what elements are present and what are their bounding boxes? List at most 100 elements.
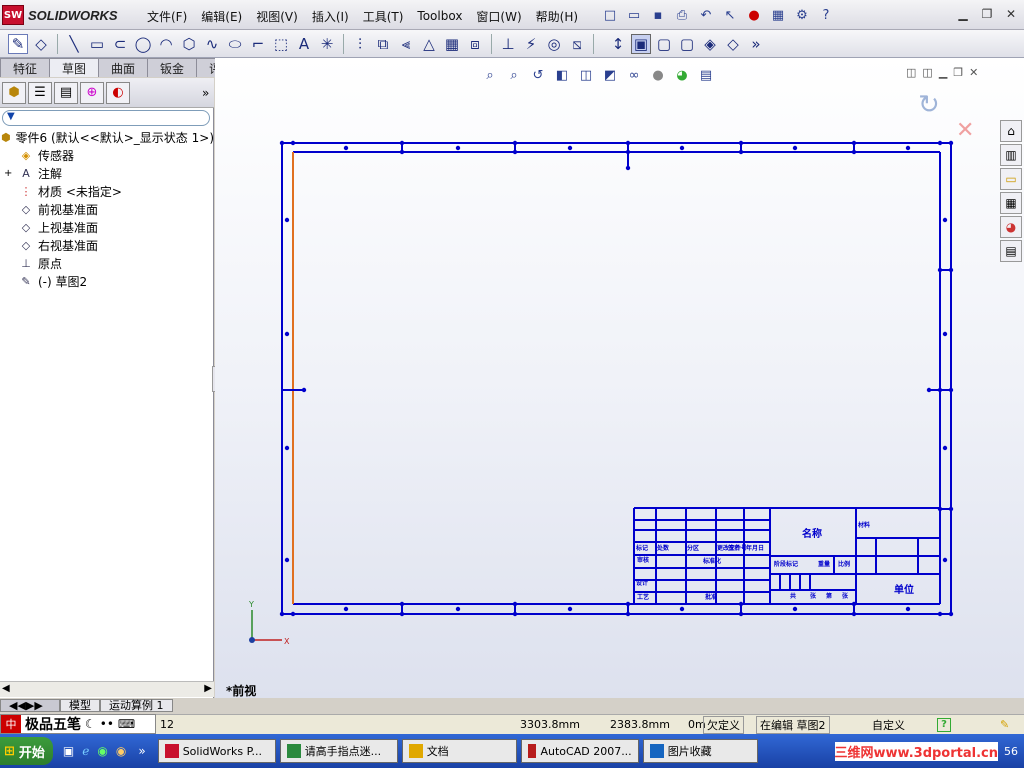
quicklaunch-browser-icon[interactable]: ◉ [97, 744, 107, 758]
slot-icon[interactable]: ⊂ [110, 34, 130, 54]
task-button[interactable]: 图片收藏 [642, 739, 758, 763]
model-tab-0[interactable]: 模型 [60, 698, 100, 712]
sketch-point [937, 267, 943, 273]
sketch-icon[interactable]: ✎ [8, 33, 28, 54]
tree-item[interactable]: ◈ 传感器 [0, 146, 214, 164]
select-icon[interactable]: ↖ [720, 5, 740, 25]
tree-filter-input[interactable]: ▼ [2, 110, 210, 126]
tab-3[interactable]: 钣金 [147, 58, 198, 77]
circle-icon[interactable]: ◯ [133, 34, 153, 54]
quicklaunch-desktop-icon[interactable]: ▣ [63, 744, 74, 758]
expand-toggle-icon[interactable]: + [4, 168, 18, 179]
view-right-icon[interactable]: ▢ [677, 34, 697, 54]
line-icon[interactable]: ╲ [64, 34, 84, 54]
tree-item[interactable]: ◇ 上视基准面 [0, 218, 214, 236]
menu-item-1[interactable]: 编辑(E) [194, 8, 249, 25]
construction-geometry-icon[interactable]: ⬚ [271, 34, 291, 54]
status-help-icon[interactable]: ? [937, 717, 951, 732]
menu-item-5[interactable]: Toolbox [410, 9, 469, 23]
ime-icon[interactable]: 中 [1, 715, 21, 733]
view-iso-icon[interactable]: ◈ [700, 34, 720, 54]
feature-manager-tab-icon[interactable]: ⬢ [2, 81, 26, 104]
rebuild-icon[interactable]: ● [744, 5, 764, 25]
view-top-icon[interactable]: ▢ [654, 34, 674, 54]
help-icon[interactable]: ? [816, 5, 836, 25]
normal-to-icon[interactable]: ↕ [608, 34, 628, 54]
menu-item-3[interactable]: 插入(I) [305, 8, 356, 25]
tab-1[interactable]: 草图 [49, 58, 100, 77]
tree-item[interactable]: ✎ (-) 草图2 [0, 272, 214, 290]
ime-punctuation-icon[interactable]: •• [100, 717, 114, 731]
task-button[interactable]: 请高手指点迷... [279, 739, 398, 763]
quicklaunch-app-icon[interactable]: ◉ [116, 744, 126, 758]
task-button[interactable]: SolidWorks P... [157, 739, 276, 763]
ime-keyboard-icon[interactable]: ⌨ [118, 717, 135, 731]
status-units[interactable]: 自定义 [872, 717, 905, 733]
task-button[interactable]: 文档 [401, 739, 517, 763]
rectangle-icon[interactable]: ▭ [87, 34, 107, 54]
tree-root[interactable]: ⬢ 零件6 (默认<<默认>_显示状态 1>) [0, 128, 214, 146]
ellipse-icon[interactable]: ⬭ [225, 34, 245, 54]
expand-panel-icon[interactable]: » [202, 86, 209, 100]
trim-icon[interactable]: ⫶ [350, 34, 370, 54]
configuration-manager-tab-icon[interactable]: ▤ [54, 81, 78, 104]
menu-item-4[interactable]: 工具(T) [356, 8, 411, 25]
display-relations-icon[interactable]: ⊥ [498, 34, 518, 54]
restore-button[interactable]: ❐ [978, 6, 996, 22]
model-tab-1[interactable]: 运动算例 1 [100, 698, 173, 712]
spline-icon[interactable]: ∿ [202, 34, 222, 54]
convert-entities-icon[interactable]: ⧉ [373, 34, 393, 54]
more-icon[interactable]: » [746, 34, 766, 54]
options-icon[interactable]: ⚙ [792, 5, 812, 25]
status-tag-icon[interactable]: ✎ [1000, 718, 1009, 731]
print-icon[interactable]: ⎙ [672, 5, 692, 25]
mirror-icon[interactable]: △ [419, 34, 439, 54]
tree-root-label: 零件6 (默认<<默认>_显示状态 1>) [15, 130, 214, 145]
view-front-icon[interactable]: ▣ [631, 33, 651, 54]
smart-dimension-icon[interactable]: ◇ [31, 34, 51, 54]
undo-icon[interactable]: ↶ [696, 5, 716, 25]
tree-item[interactable]: ⊥ 原点 [0, 254, 214, 272]
tab-2[interactable]: 曲面 [98, 58, 149, 77]
tree-item[interactable]: ◇ 右视基准面 [0, 236, 214, 254]
tree-item[interactable]: ◇ 前视基准面 [0, 200, 214, 218]
polygon-icon[interactable]: ⬡ [179, 34, 199, 54]
tree-item[interactable]: ⋮ 材质 <未指定> [0, 182, 214, 200]
task-button[interactable]: AutoCAD 2007... [520, 739, 639, 763]
menu-item-7[interactable]: 帮助(H) [529, 8, 585, 25]
point-icon[interactable]: ✳ [317, 34, 337, 54]
quicklaunch-more-icon[interactable]: » [138, 744, 145, 758]
property-manager-tab-icon[interactable]: ☰ [28, 81, 52, 104]
tab-0[interactable]: 特征 [0, 58, 51, 77]
rapid-sketch-icon[interactable]: ⧅ [567, 34, 587, 54]
repair-sketch-icon[interactable]: ⚡ [521, 34, 541, 54]
dimxpert-manager-tab-icon[interactable]: ⊕ [80, 81, 104, 104]
file-properties-icon[interactable]: ▦ [768, 5, 788, 25]
menu-item-2[interactable]: 视图(V) [249, 8, 305, 25]
new-document-icon[interactable]: □ [600, 5, 620, 25]
display-manager-tab-icon[interactable]: ◐ [106, 81, 130, 104]
offset-icon[interactable]: ⫷ [396, 34, 416, 54]
fillet-icon[interactable]: ⌐ [248, 34, 268, 54]
close-button[interactable]: ✕ [1002, 6, 1020, 22]
scroll-right-icon[interactable]: ▶ [204, 683, 212, 694]
sketch-point [948, 387, 954, 393]
tree-item[interactable]: + A 注解 [0, 164, 214, 182]
quicklaunch-ie-icon[interactable]: ℯ [82, 744, 89, 758]
start-button[interactable]: ⊞ 开始 [0, 737, 53, 765]
open-icon[interactable]: ▭ [624, 5, 644, 25]
ime-mode-icon[interactable]: ☾ [85, 717, 96, 731]
text-icon[interactable]: A [294, 34, 314, 54]
horizontal-scrollbar[interactable]: ◀ ▶ [0, 681, 214, 697]
menu-item-0[interactable]: 文件(F) [140, 8, 194, 25]
quick-snaps-icon[interactable]: ◎ [544, 34, 564, 54]
save-icon[interactable]: ▪ [648, 5, 668, 25]
menu-item-6[interactable]: 窗口(W) [469, 8, 528, 25]
linear-pattern-icon[interactable]: ▦ [442, 34, 462, 54]
move-entities-icon[interactable]: ⧈ [465, 34, 485, 54]
tab-nav-icon[interactable]: ◀◀▶▶ [0, 698, 60, 712]
minimize-button[interactable]: ▁ [954, 6, 972, 22]
arc-icon[interactable]: ◠ [156, 34, 176, 54]
view-dimetric-icon[interactable]: ◇ [723, 34, 743, 54]
scroll-left-icon[interactable]: ◀ [2, 683, 10, 694]
